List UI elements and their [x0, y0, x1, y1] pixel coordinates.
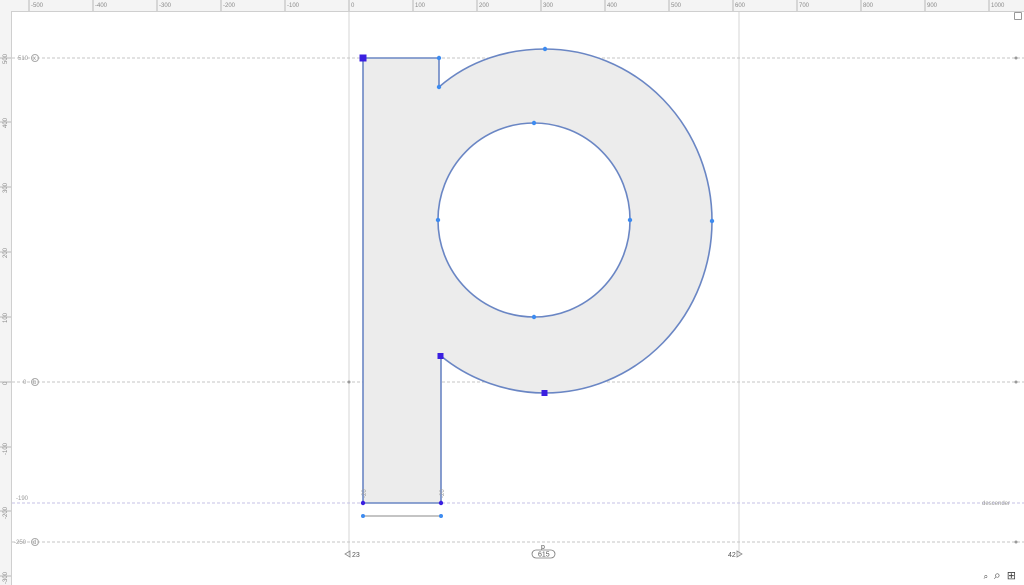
curve-node[interactable] [531, 120, 537, 126]
ruler-label: -200 [223, 3, 236, 9]
descender-value: -190 [16, 496, 29, 502]
stem-label-left: -20 [362, 489, 368, 498]
baseline-value: 0 [23, 380, 27, 386]
ruler-label: -400 [95, 3, 108, 9]
ruler-label: 500 [671, 3, 682, 9]
zoom-out-icon[interactable]: ⌕ [984, 573, 988, 581]
ruler-label: 200 [479, 3, 490, 9]
curve-node[interactable] [542, 46, 548, 52]
x-height-icon-letter: x [33, 56, 36, 62]
descender-label: descender [982, 501, 1010, 507]
x-height-end-dot [1014, 56, 1018, 60]
curve-node[interactable] [709, 218, 715, 224]
ruler-label: 400 [607, 3, 618, 9]
glyph-canvas[interactable]: -500 -400 -300 -200 -100 0 100 200 300 4… [0, 0, 1024, 585]
curve-node[interactable] [435, 217, 441, 223]
x-height-value: 510 [18, 56, 29, 62]
top-ruler-ticks [28, 0, 990, 11]
ruler-label: 800 [863, 3, 874, 9]
curve-node[interactable] [360, 500, 366, 506]
zoom-toolbar: ⌕ ⌕ ⊞ [984, 569, 1016, 581]
ruler-label: 600 [735, 3, 746, 9]
curve-node[interactable] [439, 514, 443, 518]
ruler-label: 900 [927, 3, 938, 9]
left-sidebearing-value[interactable]: 23 [352, 552, 360, 559]
curve-node[interactable] [361, 514, 365, 518]
ruler-label: -500 [31, 3, 44, 9]
curve-node[interactable] [436, 84, 442, 90]
ruler-label: 400 [3, 117, 9, 128]
ruler-label: 200 [3, 247, 9, 258]
curve-node[interactable] [436, 55, 442, 61]
ruler-label: 1000 [991, 3, 1005, 9]
ruler-label: -200 [3, 506, 9, 519]
right-sidebearing-value[interactable]: 42 [728, 552, 736, 559]
top-ruler-labels: -500 -400 -300 -200 -100 0 100 200 300 4… [31, 3, 1005, 9]
ruler-label: -100 [3, 442, 9, 455]
bottom-value: -250 [14, 540, 27, 546]
ruler-label: 100 [3, 312, 9, 323]
expand-corner-icon[interactable] [1014, 12, 1022, 20]
ruler-label: 0 [351, 3, 355, 9]
ruler-label: 700 [799, 3, 810, 9]
corner-node[interactable] [541, 390, 548, 396]
baseline-end-dot [1014, 380, 1018, 384]
bottom-end-dot [1014, 540, 1018, 544]
zoom-fit-icon[interactable]: ⊞ [1007, 570, 1016, 581]
glyph-width-value[interactable]: 615 [538, 552, 550, 559]
ruler-label: 300 [543, 3, 554, 9]
ruler-label: -300 [3, 571, 9, 584]
origin-baseline-dot [347, 380, 351, 384]
curve-node[interactable] [438, 500, 444, 506]
ruler-label: 500 [3, 53, 9, 64]
curve-node[interactable] [627, 217, 633, 223]
corner-node[interactable] [359, 54, 367, 62]
curve-node[interactable] [531, 314, 537, 320]
ruler-label: -100 [287, 3, 300, 9]
ruler-label: 300 [3, 182, 9, 193]
left-ruler-labels: 500 400 300 200 100 0 -100 -200 -300 [3, 53, 9, 584]
bottom-icon-letter: d [33, 540, 36, 546]
glyph-outline[interactable] [362, 48, 713, 504]
ruler-label: 100 [415, 3, 426, 9]
zoom-icon[interactable]: ⌕ [994, 569, 1001, 581]
corner-node[interactable] [437, 353, 444, 359]
ruler-label: -300 [159, 3, 172, 9]
stem-label-right: -20 [440, 489, 446, 498]
